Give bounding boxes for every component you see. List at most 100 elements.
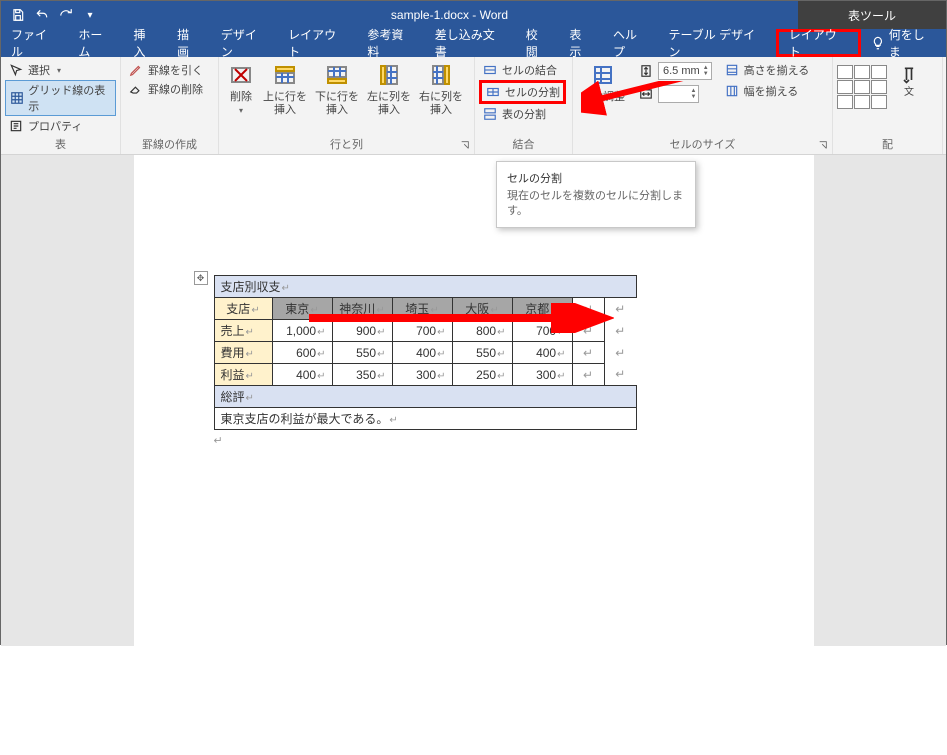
insert-above-label: 上に行を 挿入: [263, 91, 307, 116]
save-icon[interactable]: [7, 4, 29, 26]
para-mark-icon: ↵: [282, 283, 290, 294]
insert-below-label: 下に行を 挿入: [315, 91, 359, 116]
split-cells-label: セルの分割: [505, 84, 560, 100]
alignment-grid[interactable]: [837, 65, 887, 109]
annotation-arrow-1: [581, 81, 801, 131]
tab-layout[interactable]: レイアウト: [278, 29, 357, 57]
tooltip-body: 現在のセルを複数のセルに分割します。: [507, 189, 685, 219]
document-title: sample-1.docx - Word: [101, 8, 798, 22]
table-summary-header-row[interactable]: 総評↵: [214, 386, 636, 408]
delete-button[interactable]: 削除▾: [223, 59, 259, 117]
table-title-row[interactable]: 支店別収支↵: [214, 276, 636, 298]
tooltip-title: セルの分割: [507, 170, 685, 186]
group-alignment: 文 配: [833, 57, 943, 154]
split-cells-button[interactable]: セルの分割: [479, 80, 566, 104]
tab-help[interactable]: ヘルプ: [603, 29, 659, 57]
ribbon: 選択▾ グリッド線の表示 プロパティ 表 罫線を引く 罫線の削除 罫線の作成 削…: [1, 57, 946, 155]
distribute-rows-button[interactable]: 高さを揃える: [721, 61, 813, 79]
split-icon: [485, 84, 501, 100]
table-summary-row[interactable]: 東京支店の利益が最大である。↵: [214, 408, 636, 430]
contextual-tab-label: 表ツール: [798, 1, 946, 29]
eraser-button[interactable]: 罫線の削除: [125, 80, 206, 98]
title-bar: ▾ sample-1.docx - Word 表ツール: [1, 1, 946, 29]
grid-icon: [9, 90, 24, 106]
tab-view[interactable]: 表示: [559, 29, 603, 57]
insert-right-button[interactable]: 右に列を 挿入: [415, 59, 467, 118]
document-canvas: ✥ 支店別収支↵ 支店↵ 東京↵ 神奈川↵ 埼玉↵ 大阪↵ 京都↵ ↵ ↵ 売上…: [1, 155, 946, 646]
align-br-button[interactable]: [871, 95, 887, 109]
para-mark-icon: ↵: [214, 434, 814, 447]
table-move-handle-icon[interactable]: ✥: [194, 271, 208, 285]
split-table-label: 表の分割: [502, 106, 546, 122]
select-button[interactable]: 選択▾: [5, 61, 116, 79]
insert-left-label: 左に列を 挿入: [367, 91, 411, 116]
properties-button[interactable]: プロパティ: [5, 117, 116, 135]
table-title: 支店別収支: [221, 280, 281, 294]
align-tc-button[interactable]: [854, 65, 870, 79]
qat-customize-icon[interactable]: ▾: [79, 4, 101, 26]
eraser-label: 罫線の削除: [148, 81, 203, 97]
insert-above-button[interactable]: 上に行を 挿入: [259, 59, 311, 118]
align-bc-button[interactable]: [854, 95, 870, 109]
text-direction-button[interactable]: 文: [895, 65, 923, 101]
tab-table-design[interactable]: テーブル デザイン: [659, 29, 776, 57]
group-merge-label: 結合: [479, 135, 568, 154]
align-mr-button[interactable]: [871, 80, 887, 94]
undo-icon[interactable]: [31, 4, 53, 26]
distribute-rows-label: 高さを揃える: [744, 62, 810, 78]
dialog-launcher-icon[interactable]: [460, 140, 472, 152]
spinner-icon[interactable]: ▲▼: [703, 65, 709, 77]
row-height-field[interactable]: 6.5 mm▲▼: [635, 61, 715, 81]
merge-cells-button[interactable]: セルの結合: [479, 61, 566, 79]
pencil-icon: [128, 62, 144, 78]
align-tl-button[interactable]: [837, 65, 853, 79]
tab-insert[interactable]: 挿入: [123, 29, 167, 57]
merge-cells-label: セルの結合: [502, 62, 557, 78]
table-row[interactable]: 利益↵ 400↵ 350↵ 300↵ 250↵ 300↵ ↵↵: [214, 364, 636, 386]
align-ml-button[interactable]: [837, 80, 853, 94]
insert-right-label: 右に列を 挿入: [419, 91, 463, 116]
properties-label: プロパティ: [28, 118, 82, 134]
table-row[interactable]: 費用↵ 600↵ 550↵ 400↵ 550↵ 400↵ ↵↵: [214, 342, 636, 364]
merge-icon: [482, 62, 498, 78]
ribbon-tabs: ファイル ホーム 挿入 描画 デザイン レイアウト 参考資料 差し込み文書 校閲…: [1, 29, 946, 57]
tab-review[interactable]: 校閲: [516, 29, 560, 57]
tell-me[interactable]: 何をしま: [861, 29, 946, 57]
group-alignment-label: 配: [837, 135, 938, 154]
draw-table-button[interactable]: 罫線を引く: [125, 61, 206, 79]
tab-table-layout[interactable]: レイアウト: [776, 29, 861, 57]
group-draw-borders: 罫線を引く 罫線の削除 罫線の作成: [121, 57, 219, 154]
height-icon: [638, 63, 654, 79]
gridlines-label: グリッド線の表示: [28, 82, 112, 114]
redo-icon[interactable]: [55, 4, 77, 26]
group-rows-cols: 削除▾ 上に行を 挿入 下に行を 挿入 左に列を 挿入 右に列を 挿入 行と列: [219, 57, 475, 154]
select-label: 選択: [28, 62, 50, 78]
tab-file[interactable]: ファイル: [1, 29, 68, 57]
eraser-icon: [128, 81, 144, 97]
delete-label: 削除: [230, 91, 252, 104]
col-header-0[interactable]: 支店↵: [214, 298, 272, 320]
tab-draw[interactable]: 描画: [167, 29, 211, 57]
text-direction-label: 文: [904, 87, 914, 99]
align-mc-button[interactable]: [854, 80, 870, 94]
insert-left-button[interactable]: 左に列を 挿入: [363, 59, 415, 118]
tab-references[interactable]: 参考資料: [357, 29, 424, 57]
tab-mailings[interactable]: 差し込み文書: [425, 29, 516, 57]
tooltip: セルの分割 現在のセルを複数のセルに分割します。: [496, 161, 696, 228]
align-tr-button[interactable]: [871, 65, 887, 79]
insert-below-button[interactable]: 下に行を 挿入: [311, 59, 363, 118]
data-table[interactable]: 支店別収支↵ 支店↵ 東京↵ 神奈川↵ 埼玉↵ 大阪↵ 京都↵ ↵ ↵ 売上↵ …: [214, 275, 637, 430]
group-cell-size-label: セルのサイズ: [577, 135, 828, 154]
lightbulb-icon: [871, 36, 885, 50]
annotation-arrow-2: [304, 303, 614, 333]
summary-header: 総評: [221, 390, 245, 404]
view-gridlines-button[interactable]: グリッド線の表示: [5, 80, 116, 116]
text-direction-icon: [899, 65, 919, 85]
group-merge: セルの結合 セルの分割 表の分割 結合: [475, 57, 573, 154]
tab-home[interactable]: ホーム: [68, 29, 123, 57]
align-bl-button[interactable]: [837, 95, 853, 109]
split-table-button[interactable]: 表の分割: [479, 105, 566, 123]
dialog-launcher-icon[interactable]: [818, 140, 830, 152]
tab-design[interactable]: デザイン: [211, 29, 278, 57]
group-rows-cols-label: 行と列: [223, 135, 470, 154]
